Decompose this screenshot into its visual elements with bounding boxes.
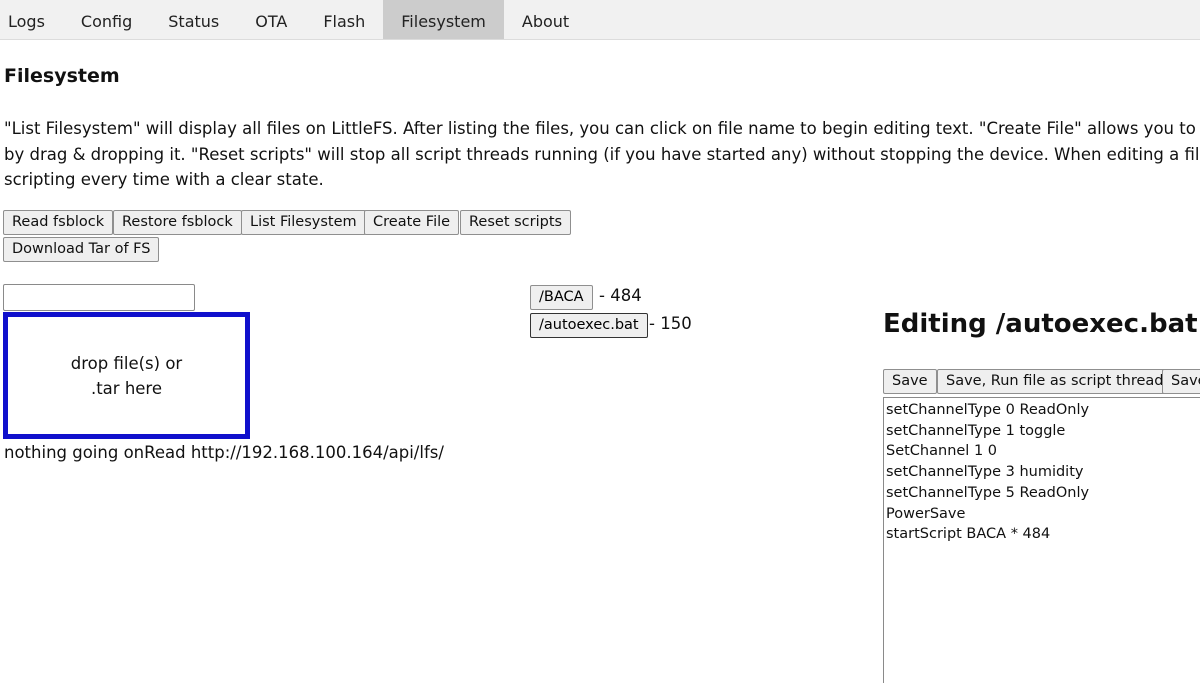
status-text: nothing going onRead http://192.168.100.… (4, 443, 444, 462)
file-dropzone[interactable]: drop file(s) or .tar here (3, 312, 250, 439)
list-filesystem-button[interactable]: List Filesystem (241, 210, 366, 235)
script-editor[interactable]: setChannelType 0 ReadOnly setChannelType… (883, 397, 1200, 683)
description-line-1: "List Filesystem" will display all files… (4, 119, 1198, 138)
tab-ota[interactable]: OTA (237, 0, 305, 39)
restore-fsblock-button[interactable]: Restore fsblock (113, 210, 242, 235)
tab-config[interactable]: Config (63, 0, 150, 39)
tab-bar: Logs Config Status OTA Flash Filesystem … (0, 0, 1200, 40)
dropzone-label: drop file(s) or .tar here (70, 353, 183, 398)
tab-logs[interactable]: Logs (0, 0, 63, 39)
tab-filesystem[interactable]: Filesystem (383, 0, 504, 39)
tab-status[interactable]: Status (150, 0, 237, 39)
download-tar-button[interactable]: Download Tar of FS (3, 237, 160, 262)
read-fsblock-button[interactable]: Read fsblock (3, 210, 114, 235)
file-button-baca[interactable]: /BACA (530, 285, 593, 310)
editing-title: Editing /autoexec.bat (883, 309, 1198, 339)
tab-flash[interactable]: Flash (305, 0, 383, 39)
file-button-autoexec[interactable]: /autoexec.bat (530, 313, 648, 338)
save-extra-button[interactable]: Save (1162, 369, 1200, 394)
description-line-2: by drag & dropping it. "Reset scripts" w… (4, 144, 1198, 164)
tab-about[interactable]: About (504, 0, 587, 39)
save-button[interactable]: Save (883, 369, 937, 394)
filename-input[interactable] (3, 284, 195, 311)
page-description: "List Filesystem" will display all files… (4, 116, 1198, 193)
file-size-autoexec: - 150 (649, 314, 692, 333)
page-title: Filesystem (4, 65, 120, 87)
description-line-3: scripting every time with a clear state. (4, 170, 324, 189)
file-size-baca: - 484 (599, 286, 642, 305)
create-file-button[interactable]: Create File (364, 210, 460, 235)
page: Logs Config Status OTA Flash Filesystem … (0, 0, 1200, 683)
reset-scripts-button[interactable]: Reset scripts (460, 210, 572, 235)
save-run-script-button[interactable]: Save, Run file as script thread (937, 369, 1173, 394)
